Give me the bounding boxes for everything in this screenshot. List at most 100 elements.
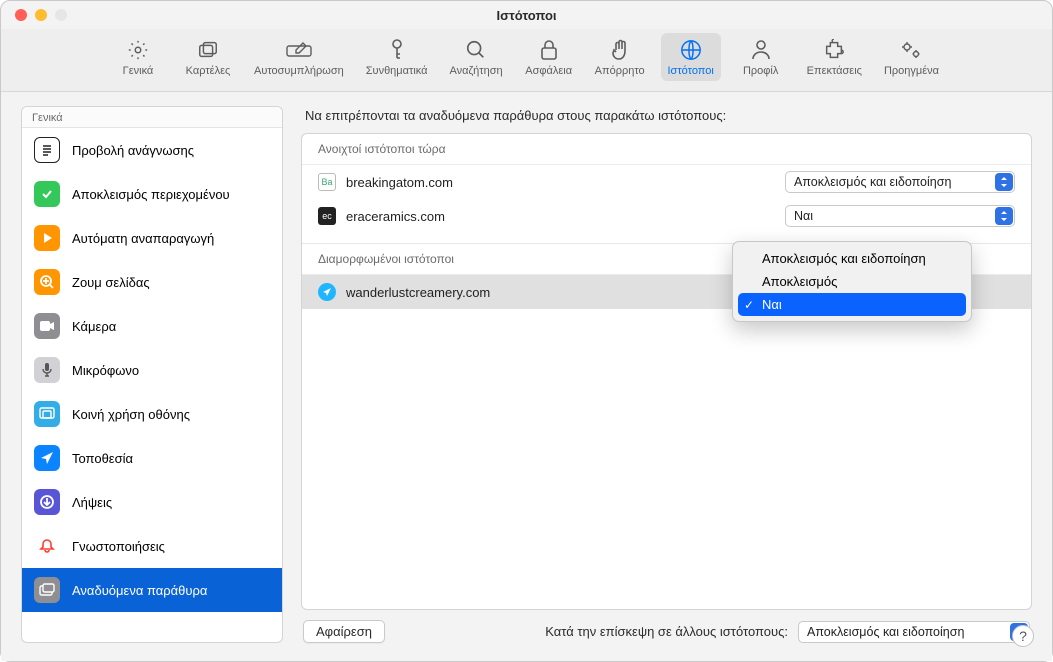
toolbar-extensions[interactable]: Επεκτάσεις <box>801 33 868 81</box>
close-window-button[interactable] <box>15 9 27 21</box>
remove-button[interactable]: Αφαίρεση <box>303 620 385 643</box>
toolbar-autofill[interactable]: Αυτοσυμπλήρωση <box>248 33 350 81</box>
sidebar-item-camera[interactable]: Κάμερα <box>22 304 282 348</box>
site-row[interactable]: ec eraceramics.com Ναι <box>302 199 1031 233</box>
dropdown-option-label: Ναι <box>762 297 782 312</box>
screen-share-icon <box>34 401 60 427</box>
sidebar-item-location[interactable]: Τοποθεσία <box>22 436 282 480</box>
sites-box: Ανοιχτοί ιστότοποι τώρα Ba breakingatom.… <box>301 133 1032 610</box>
search-icon <box>463 37 489 63</box>
globe-icon <box>678 37 704 63</box>
sidebar-header: Γενικά <box>22 107 282 128</box>
toolbar-label: Συνθηματικά <box>366 65 428 77</box>
dropdown-option-label: Αποκλεισμός και ειδοποίηση <box>762 251 926 266</box>
help-button[interactable]: ? <box>1012 625 1034 647</box>
sidebar-item-microphone[interactable]: Μικρόφωνο <box>22 348 282 392</box>
play-icon <box>34 225 60 251</box>
favicon-icon: ec <box>318 207 336 225</box>
sidebar-item-downloads[interactable]: Λήψεις <box>22 480 282 524</box>
toolbar-label: Προφίλ <box>743 65 778 77</box>
zoom-icon <box>34 269 60 295</box>
reader-icon <box>34 137 60 163</box>
favicon-icon: Ba <box>318 173 336 191</box>
tabs-icon <box>195 37 221 63</box>
body: Γενικά Προβολή ανάγνωσης Αποκλεισμός περ… <box>1 92 1052 661</box>
download-icon <box>34 489 60 515</box>
toolbar-general[interactable]: Γενικά <box>108 33 168 81</box>
sidebar-item-popups[interactable]: Αναδυόμενα παράθυρα <box>22 568 282 612</box>
toolbar-search[interactable]: Αναζήτηση <box>444 33 509 81</box>
dropdown-option[interactable]: ✓ Ναι <box>738 293 966 316</box>
setting-dropdown-menu: Αποκλεισμός και ειδοποίηση Αποκλεισμός ✓… <box>732 241 972 322</box>
panel-title: Να επιτρέπονται τα αναδυόμενα παράθυρα σ… <box>301 106 1032 133</box>
sidebar-item-label: Λήψεις <box>72 495 112 510</box>
dropdown-option[interactable]: Αποκλεισμός <box>738 270 966 293</box>
sidebar-item-label: Αυτόματη αναπαραγωγή <box>72 231 214 246</box>
puzzle-icon <box>821 37 847 63</box>
sidebar-item-screenshare[interactable]: Κοινή χρήση οθόνης <box>22 392 282 436</box>
site-row[interactable]: Ba breakingatom.com Αποκλεισμός και ειδο… <box>302 165 1031 199</box>
dropdown-option-label: Αποκλεισμός <box>762 274 837 289</box>
panel: Να επιτρέπονται τα αναδυόμενα παράθυρα σ… <box>301 106 1032 643</box>
select-value: Αποκλεισμός και ειδοποίηση <box>807 625 964 639</box>
toolbar-label: Αυτοσυμπλήρωση <box>254 65 344 77</box>
shield-check-icon <box>34 181 60 207</box>
default-setting-select[interactable]: Αποκλεισμός και ειδοποίηση <box>798 621 1030 643</box>
bell-icon <box>34 533 60 559</box>
toolbar-label: Επεκτάσεις <box>807 65 862 77</box>
footer-label: Κατά την επίσκεψη σε άλλους ιστότοπους: <box>545 624 788 639</box>
preferences-window: Ιστότοποι Γενικά Καρτέλες Αυτοσυμπλήρωση <box>0 0 1053 662</box>
chevron-updown-icon <box>995 207 1013 225</box>
sidebar-item-label: Ζουμ σελίδας <box>72 275 150 290</box>
sidebar-item-label: Αποκλεισμός περιεχομένου <box>72 187 230 202</box>
site-setting-select[interactable]: Αποκλεισμός και ειδοποίηση <box>785 171 1015 193</box>
person-icon <box>748 37 774 63</box>
microphone-icon <box>34 357 60 383</box>
toolbar-websites[interactable]: Ιστότοποι <box>661 33 721 81</box>
toolbar-label: Καρτέλες <box>186 65 231 77</box>
toolbar-security[interactable]: Ασφάλεια <box>519 33 579 81</box>
toolbar-tabs[interactable]: Καρτέλες <box>178 33 238 81</box>
check-icon: ✓ <box>744 298 754 312</box>
sidebar: Γενικά Προβολή ανάγνωσης Αποκλεισμός περ… <box>21 106 283 643</box>
sidebar-item-label: Κάμερα <box>72 319 116 334</box>
sidebar-item-label: Τοποθεσία <box>72 451 133 466</box>
toolbar-passwords[interactable]: Συνθηματικά <box>360 33 434 81</box>
toolbar-label: Ιστότοποι <box>667 65 713 77</box>
sidebar-item-contentblock[interactable]: Αποκλεισμός περιεχομένου <box>22 172 282 216</box>
minimize-window-button[interactable] <box>35 9 47 21</box>
location-icon <box>34 445 60 471</box>
site-domain: eraceramics.com <box>346 209 775 224</box>
sidebar-list: Προβολή ανάγνωσης Αποκλεισμός περιεχομέν… <box>22 128 282 642</box>
toolbar-profiles[interactable]: Προφίλ <box>731 33 791 81</box>
sidebar-item-label: Μικρόφωνο <box>72 363 139 378</box>
toolbar-privacy[interactable]: Απόρρητο <box>589 33 651 81</box>
sidebar-item-label: Κοινή χρήση οθόνης <box>72 407 190 422</box>
site-setting-select[interactable]: Ναι <box>785 205 1015 227</box>
select-value: Αποκλεισμός και ειδοποίηση <box>794 175 951 189</box>
sidebar-item-label: Προβολή ανάγνωσης <box>72 143 194 158</box>
toolbar-label: Ασφάλεια <box>525 65 572 77</box>
titlebar: Ιστότοποι <box>1 1 1052 29</box>
chevron-updown-icon <box>995 173 1013 191</box>
panel-footer: Αφαίρεση Κατά την επίσκεψη σε άλλους ιστ… <box>301 610 1032 643</box>
camera-icon <box>34 313 60 339</box>
zoom-window-button[interactable] <box>55 9 67 21</box>
hand-icon <box>607 37 633 63</box>
sidebar-item-autoplay[interactable]: Αυτόματη αναπαραγωγή <box>22 216 282 260</box>
open-sites-header: Ανοιχτοί ιστότοποι τώρα <box>302 134 1031 165</box>
popup-window-icon <box>34 577 60 603</box>
key-icon <box>384 37 410 63</box>
sidebar-item-zoom[interactable]: Ζουμ σελίδας <box>22 260 282 304</box>
lock-icon <box>536 37 562 63</box>
gears-icon <box>898 37 924 63</box>
toolbar-advanced[interactable]: Προηγμένα <box>878 33 945 81</box>
pencil-field-icon <box>286 37 312 63</box>
sidebar-item-label: Γνωστοποιήσεις <box>72 539 165 554</box>
toolbar-label: Απόρρητο <box>595 65 645 77</box>
sidebar-item-notifications[interactable]: Γνωστοποιήσεις <box>22 524 282 568</box>
sidebar-item-reader[interactable]: Προβολή ανάγνωσης <box>22 128 282 172</box>
window-title: Ιστότοποι <box>1 8 1052 23</box>
gear-icon <box>125 37 151 63</box>
dropdown-option[interactable]: Αποκλεισμός και ειδοποίηση <box>738 247 966 270</box>
